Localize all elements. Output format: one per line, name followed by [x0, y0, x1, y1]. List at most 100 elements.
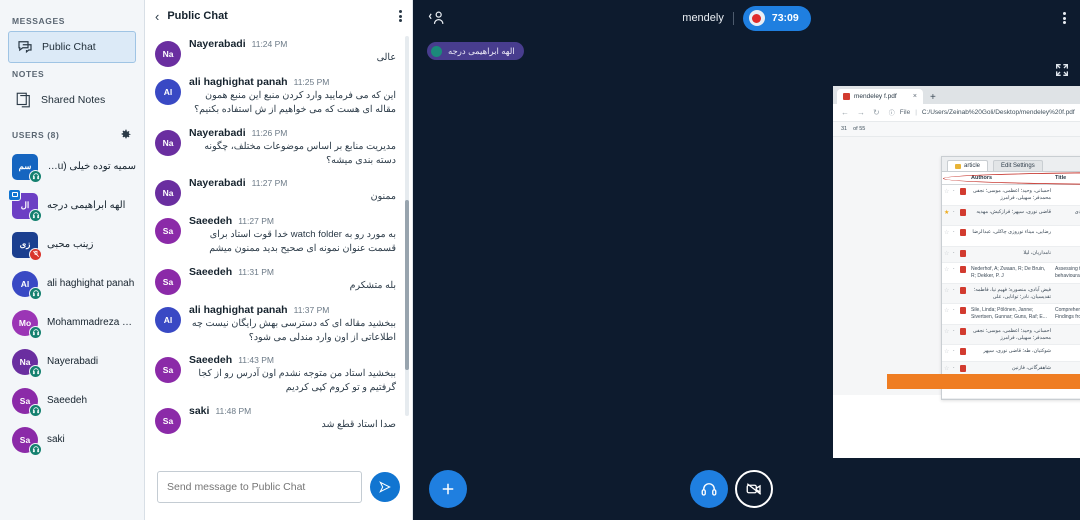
user-list-item[interactable]: Mo Mohammadreza Vali... — [8, 303, 136, 342]
chat-message-input[interactable] — [157, 471, 362, 503]
chat-options-kebab-icon[interactable] — [399, 8, 402, 23]
star-icon[interactable]: ☆ — [944, 251, 949, 257]
cell-star[interactable]: ☆ — [942, 262, 951, 284]
recording-indicator[interactable]: 73:09 — [742, 5, 811, 31]
cell-read[interactable]: · — [951, 344, 958, 362]
cell-file[interactable] — [958, 303, 969, 325]
notes-pages-icon — [15, 91, 33, 109]
star-icon[interactable]: ☆ — [944, 329, 949, 335]
cell-read[interactable]: · — [951, 184, 958, 206]
chat-message: Sa saki 11:48 PM صدا استاد قطع شد — [155, 405, 396, 434]
star-icon[interactable]: ★ — [944, 210, 949, 216]
send-message-button[interactable] — [370, 472, 400, 502]
cell-authors: احسانی، وحید؛ اعظمی، موسی؛ نجفی محمدفر؛ … — [969, 324, 1053, 346]
cell-read[interactable]: · — [951, 283, 958, 305]
table-row[interactable]: ☆· رضایی، میناء نوروزی چاکلی، عبدالرضاشنا… — [942, 225, 1080, 247]
cell-file[interactable] — [958, 262, 969, 284]
gear-icon[interactable] — [119, 128, 132, 141]
message-time: 11:43 PM — [238, 355, 274, 365]
message-text: ممنون — [370, 191, 396, 202]
user-list-item[interactable]: سم سمیه توده خیلی (You) — [8, 147, 136, 186]
toggle-user-list-icon[interactable] — [427, 8, 447, 28]
cell-file[interactable] — [958, 324, 969, 346]
add-actions-button[interactable] — [429, 470, 467, 508]
cell-file[interactable] — [958, 344, 969, 362]
table-row[interactable]: ☆ · فیض آبادی، منصوره؛ فهیم نیا، فاطمه؛ تق… — [942, 283, 1080, 305]
user-name-label: زینب محبی — [47, 239, 94, 250]
cell-read[interactable]: · — [951, 324, 958, 346]
cell-read[interactable]: · — [951, 205, 958, 226]
cell-authors: نامداریان، لیلا — [969, 246, 1053, 264]
browser-tab-title: mendeley f.pdf — [854, 93, 897, 100]
table-row[interactable]: ★· قاضی نوری، سپهر؛ فرازکیش، مهدیهالگوی ا… — [942, 205, 1080, 226]
chat-message-list[interactable]: Na Nayerabadi 11:24 PM عالی Al ali haghighat … — [145, 32, 412, 462]
avatar: Al — [155, 306, 181, 333]
cell-read[interactable]: · — [951, 225, 958, 247]
cell-star[interactable]: ☆ — [942, 344, 951, 362]
message-time: 11:48 PM — [215, 405, 252, 416]
table-row[interactable]: ☆ · Sile, Linda; Pölönen, Janne; Sivertsen… — [942, 303, 1080, 325]
back-icon[interactable]: ← — [841, 108, 849, 117]
headset-badge-icon — [29, 364, 42, 378]
user-list-item[interactable]: زی زینب محبی — [8, 225, 136, 264]
cell-star[interactable]: ☆ — [942, 303, 951, 325]
user-list-item[interactable]: Sa saki — [8, 420, 136, 459]
user-list-item[interactable]: Sa Saeedeh — [8, 381, 136, 420]
pdf-page-current[interactable]: 31 — [841, 126, 847, 132]
cell-read[interactable]: · — [951, 303, 958, 325]
screenshare-surface[interactable]: mendeley f.pdf × + − □ × ← → ↻ ⓘ — [833, 86, 1080, 458]
star-icon[interactable]: ☆ — [944, 288, 949, 294]
table-row[interactable]: ☆ · احسانی، وحید؛ اعظمی، موسی؛ نجفی محمدفر… — [942, 324, 1080, 346]
star-icon[interactable]: ☆ — [944, 366, 949, 372]
user-list-item[interactable]: ال الهه ابراهیمی درجه — [8, 186, 136, 225]
url-field[interactable]: ⓘ File | C:/Users/Zeinab%20Goli/Desktop/… — [889, 107, 1080, 119]
table-row[interactable]: ☆ · احسانی، وحید؛ اعظمی، موسی؛ نجفی محمدفر… — [942, 184, 1080, 206]
reload-icon[interactable]: ↻ — [873, 108, 880, 117]
close-tab-icon[interactable]: × — [913, 93, 917, 100]
cell-star[interactable]: ☆ — [942, 324, 951, 346]
fullscreen-expand-icon[interactable] — [1054, 62, 1070, 78]
user-list-item[interactable]: Al ali haghighat panah — [8, 264, 136, 303]
star-icon[interactable]: ☆ — [944, 308, 949, 314]
cell-read[interactable]: · — [951, 246, 958, 264]
forward-icon[interactable]: → — [857, 108, 865, 117]
message-text: به مورد رو به watch folder خدا قوت استاد… — [209, 229, 396, 255]
chat-bubbles-icon — [16, 38, 34, 56]
table-row[interactable]: ☆· شوکتیان، طه؛ قاضی نوری، سپهرچالش های س… — [942, 344, 1080, 362]
star-icon[interactable]: ☆ — [944, 349, 949, 355]
browser-tab[interactable]: mendeley f.pdf × — [837, 89, 923, 104]
sidebar-item-shared-notes[interactable]: Shared Notes — [8, 84, 136, 116]
chevron-left-icon[interactable]: ‹ — [155, 10, 159, 23]
new-tab-button[interactable]: + — [930, 92, 936, 103]
browser-address-bar: ← → ↻ ⓘ File | C:/Users/Zeinab%20Goli/De… — [833, 104, 1080, 122]
meeting-title-group: mendely 73:09 — [413, 5, 1080, 31]
mendeley-tab-edit-settings[interactable]: Edit Settings — [993, 160, 1043, 171]
table-row[interactable]: ☆ · Nederhof, A; Zwaan, R; De Bruin, R; De… — [942, 262, 1080, 284]
cell-file[interactable] — [958, 225, 969, 247]
cell-title: Assessing the usefulness of bibliometric… — [1053, 262, 1080, 284]
cell-file[interactable] — [958, 283, 969, 305]
chat-scrollbar-thumb[interactable] — [405, 200, 409, 370]
sidebar-item-public-chat[interactable]: Public Chat — [8, 31, 136, 63]
avatar-initials: Na — [155, 129, 181, 156]
meeting-options-kebab-icon[interactable] — [1063, 10, 1066, 26]
cell-star[interactable]: ☆ — [942, 225, 951, 247]
cell-star[interactable]: ★ — [942, 205, 951, 226]
cell-file[interactable] — [958, 205, 969, 226]
cell-star[interactable]: ☆ — [942, 283, 951, 305]
star-icon[interactable]: ☆ — [944, 267, 949, 273]
star-icon[interactable]: ☆ — [944, 189, 949, 195]
cell-file[interactable] — [958, 246, 969, 264]
star-icon[interactable]: ☆ — [944, 230, 949, 236]
cell-read[interactable]: · — [951, 262, 958, 284]
avatar: Mo — [12, 309, 42, 339]
user-list-item[interactable]: Na Nayerabadi — [8, 342, 136, 381]
mendeley-tab-article[interactable]: article — [947, 160, 989, 171]
camera-toggle-button[interactable] — [734, 470, 773, 508]
audio-button[interactable] — [689, 470, 728, 508]
mendeley-library-table: Authors Title Year Published In Added ☆·… — [942, 172, 1080, 400]
cell-star[interactable]: ☆ — [942, 184, 951, 206]
cell-file[interactable] — [958, 184, 969, 206]
table-row[interactable]: ☆· نامداریان، لیلابررسی تطبیقی اثرات سیاس… — [942, 246, 1080, 264]
cell-star[interactable]: ☆ — [942, 246, 951, 264]
